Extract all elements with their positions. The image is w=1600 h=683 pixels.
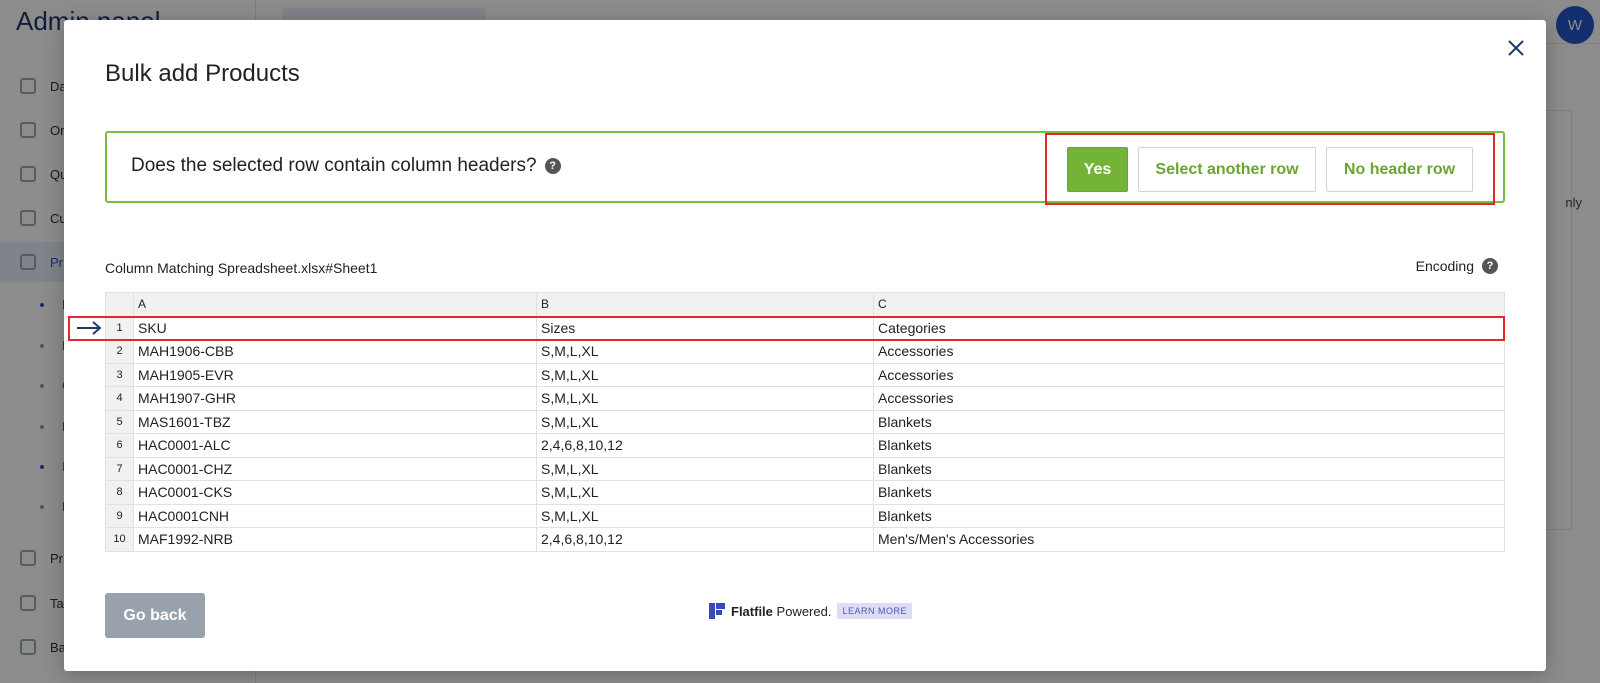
cell-column-b: S,M,L,XL [536,480,874,505]
row-number: 2 [105,339,134,364]
select-another-row-button[interactable]: Select another row [1138,147,1316,192]
help-icon[interactable]: ? [1482,258,1498,274]
cell-column-c: Categories [873,315,1505,340]
header-question: Does the selected row contain column hea… [131,155,561,177]
column-header: C [873,292,1505,317]
cell-column-c: Accessories [873,339,1505,364]
table-header-row: A B C [105,292,1505,317]
spreadsheet-preview: A B C 1 SKU Sizes Categories 2 MAH1906-CBB S,M… [105,292,1505,552]
row-number: 1 [105,315,134,340]
flatfile-logo-icon [709,603,725,619]
cell-column-b: Sizes [536,315,874,340]
table-row[interactable]: 5 MAS1601-TBZ S,M,L,XL Blankets [105,409,1505,434]
row-number: 7 [105,456,134,481]
table-row[interactable]: 2 MAH1906-CBB S,M,L,XL Accessories [105,339,1505,364]
cell-column-a: MAH1906-CBB [133,339,537,364]
row-number: 10 [105,527,134,552]
table-row[interactable]: 8 HAC0001-CKS S,M,L,XL Blankets [105,480,1505,505]
cell-column-c: Blankets [873,409,1505,434]
flatfile-brand: Flatfile Powered. [731,603,832,619]
cell-column-a: HAC0001-CHZ [133,456,537,481]
help-icon[interactable]: ? [544,158,561,174]
bulk-add-modal: Bulk add Products Does the selected row … [64,20,1546,671]
no-header-row-button[interactable]: No header row [1326,147,1473,192]
cell-column-b: S,M,L,XL [536,339,874,364]
cell-column-a: MAS1601-TBZ [133,409,537,434]
cell-column-c: Men's/Men's Accessories [873,527,1505,552]
question-text: Does the selected row contain column hea… [131,155,537,176]
cell-column-a: HAC0001-ALC [133,433,537,458]
row-number: 3 [105,362,134,387]
column-header: B [536,292,874,317]
cell-column-a: MAH1907-GHR [133,386,537,411]
table-row[interactable]: 9 HAC0001CNH S,M,L,XL Blankets [105,503,1505,528]
table-row[interactable]: 3 MAH1905-EVR S,M,L,XL Accessories [105,362,1505,387]
file-name: Column Matching Spreadsheet.xlsx#Sheet1 [105,260,378,276]
encoding-label: Encoding [1415,258,1474,274]
cell-column-b: 2,4,6,8,10,12 [536,527,874,552]
column-header: A [133,292,537,317]
table-row[interactable]: 6 HAC0001-ALC 2,4,6,8,10,12 Blankets [105,433,1505,458]
cell-column-c: Accessories [873,386,1505,411]
table-row[interactable]: 4 MAH1907-GHR S,M,L,XL Accessories [105,386,1505,411]
cell-column-b: S,M,L,XL [536,456,874,481]
go-back-button[interactable]: Go back [105,593,205,638]
arrow-right-icon [77,321,102,335]
row-number: 8 [105,480,134,505]
table-row[interactable]: 10 MAF1992-NRB 2,4,6,8,10,12 Men's/Men's Ac… [105,527,1505,552]
cell-column-c: Blankets [873,433,1505,458]
cell-column-c: Blankets [873,480,1505,505]
cell-column-b: S,M,L,XL [536,409,874,434]
header-question-panel: Does the selected row contain column hea… [105,131,1505,205]
cell-column-b: 2,4,6,8,10,12 [536,433,874,458]
cell-column-b: S,M,L,XL [536,362,874,387]
cell-column-a: MAF1992-NRB [133,527,537,552]
row-number: 5 [105,409,134,434]
yes-button[interactable]: Yes [1067,147,1128,192]
cell-column-c: Blankets [873,503,1505,528]
encoding: Encoding ? [1416,258,1498,274]
header-choice-group: Yes Select another row No header row [1045,133,1495,205]
cell-column-c: Blankets [873,456,1505,481]
flatfile-footer: Flatfile Powered. LEARN MORE [709,603,912,619]
table-row[interactable]: 1 SKU Sizes Categories [105,315,1505,340]
learn-more-link[interactable]: LEARN MORE [837,603,912,619]
modal-title: Bulk add Products [105,60,300,87]
cell-column-b: S,M,L,XL [536,503,874,528]
row-number: 4 [105,386,134,411]
cell-column-c: Accessories [873,362,1505,387]
cell-column-a: HAC0001CNH [133,503,537,528]
cell-column-a: SKU [133,315,537,340]
table-row[interactable]: 7 HAC0001-CHZ S,M,L,XL Blankets [105,456,1505,481]
cell-column-a: MAH1905-EVR [133,362,537,387]
cell-column-a: HAC0001-CKS [133,480,537,505]
cell-column-b: S,M,L,XL [536,386,874,411]
row-number: 6 [105,433,134,458]
close-icon[interactable] [1506,38,1526,58]
row-number-header [105,292,134,317]
row-number: 9 [105,503,134,528]
